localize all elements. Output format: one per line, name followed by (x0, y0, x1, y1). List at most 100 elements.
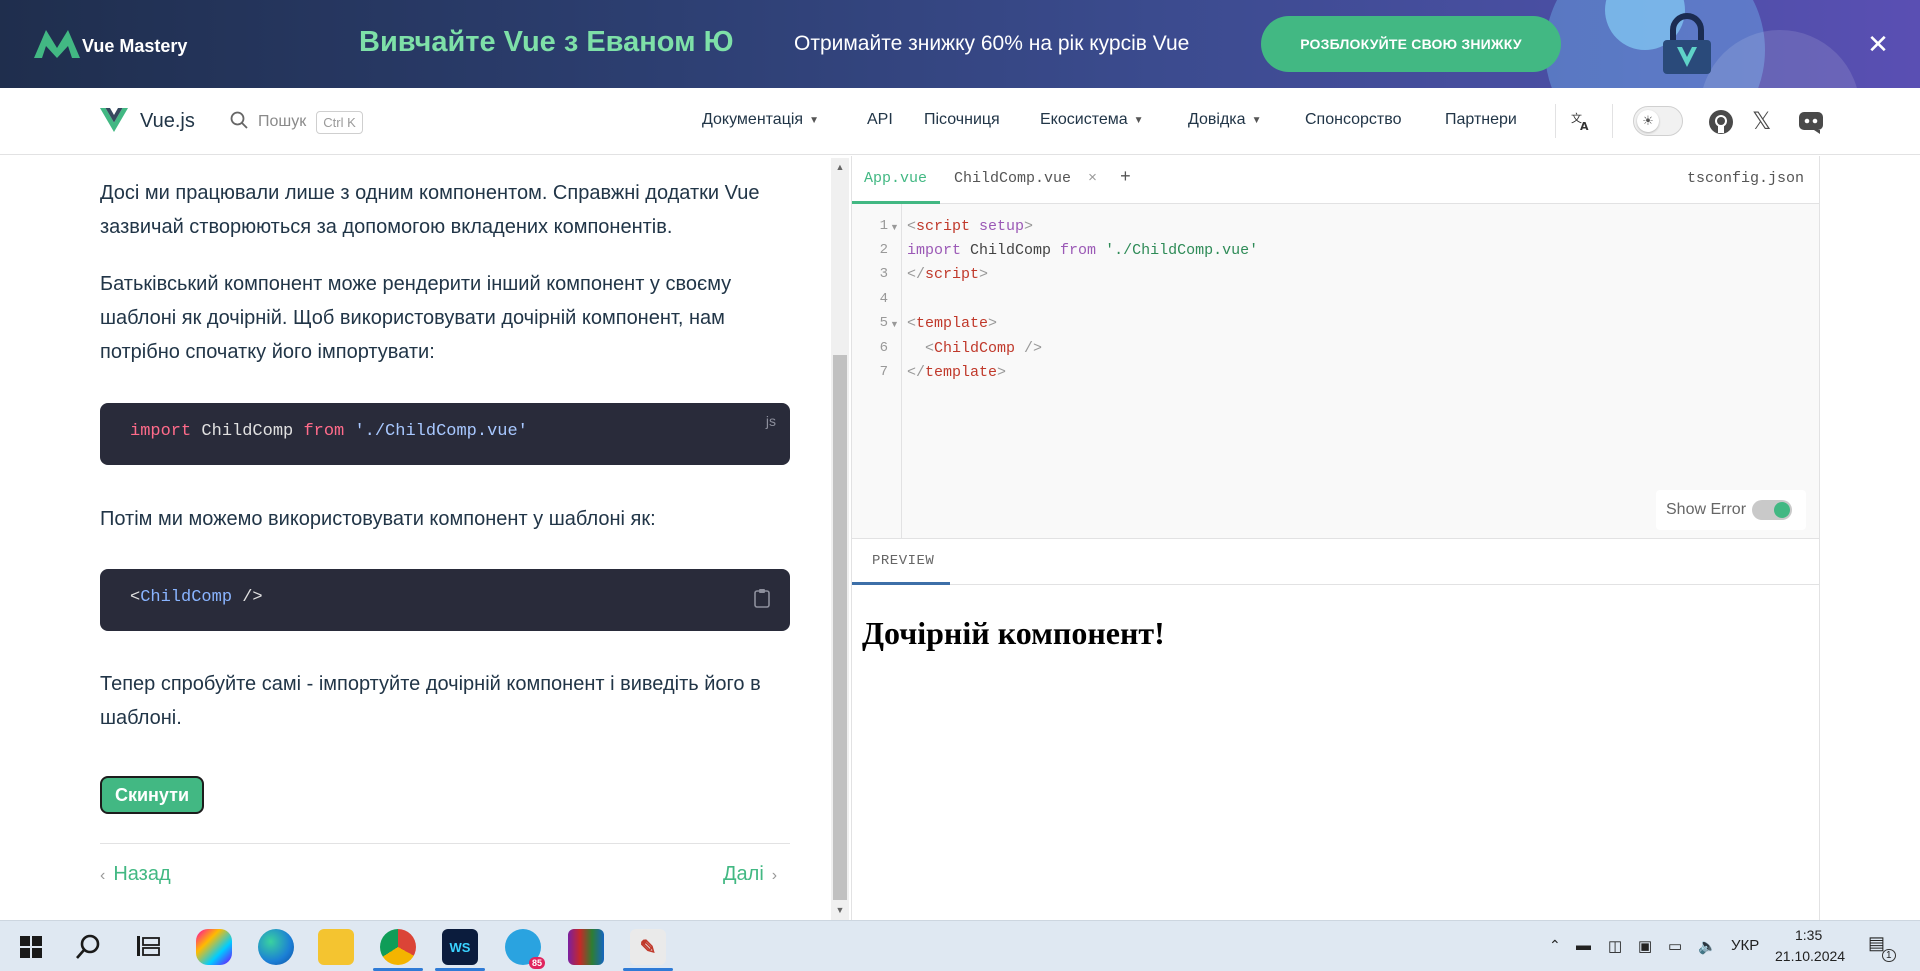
add-file-icon[interactable]: + (1120, 168, 1131, 188)
line-number: 3 (879, 266, 888, 282)
github-icon[interactable] (1708, 109, 1734, 140)
preview-panel: PREVIEW Дочірній компонент! (851, 538, 1820, 920)
preview-heading: Дочірній компонент! (862, 615, 1165, 651)
language-indicator[interactable]: УКР (1731, 937, 1759, 954)
windows-taskbar: WS 85 ✎ ⌃ ▬ ◫ ▣ ▭ 🔈 УКР 1:35 21.10.2024 … (0, 920, 1920, 971)
line-number: 4 (879, 291, 888, 307)
code-tag: ChildComp (934, 340, 1016, 357)
next-label: Далі (723, 863, 764, 885)
nav-divider (1612, 104, 1613, 138)
nav-item-label: API (867, 111, 893, 128)
vue-logo-icon[interactable] (100, 108, 128, 138)
nav-item-api[interactable]: API (867, 111, 893, 129)
code-line-2[interactable]: import ChildComp from './ChildComp.vue' (907, 242, 1258, 259)
code-string: './ChildComp.vue' (1105, 242, 1259, 259)
nav-item-ecosystem[interactable]: Екосистема ▼ (1040, 111, 1144, 129)
winrar-icon[interactable] (568, 929, 604, 965)
unlock-discount-button[interactable]: РОЗБЛОКУЙТЕ СВОЮ ЗНИЖКУ (1261, 16, 1561, 72)
scrollbar-thumb[interactable] (833, 355, 847, 900)
code-block-usage: <ChildComp /> (100, 569, 790, 631)
code-line-6[interactable]: <ChildComp /> (907, 340, 1042, 357)
prev-label: Назад (113, 863, 171, 885)
code-line-7[interactable]: </template> (907, 364, 1006, 381)
code-language-label: js (765, 413, 776, 429)
tutorial-paragraph: Досі ми працювали лише з одним компонент… (100, 182, 760, 238)
webstorm-icon[interactable]: WS (442, 929, 478, 965)
code-punct: < (907, 340, 935, 357)
scroll-down-icon[interactable]: ▼ (834, 904, 846, 916)
task-view-icon[interactable] (136, 935, 160, 962)
tutorial-paragraph: Потім ми можемо використовувати компонен… (100, 508, 656, 530)
network-icon[interactable]: ▭ (1668, 937, 1682, 955)
fold-icon[interactable]: ▼ (890, 319, 899, 329)
telegram-icon[interactable]: 85 (505, 929, 545, 969)
lock-icon (1660, 12, 1714, 81)
code-identifier: ChildComp (961, 242, 1061, 259)
code-line: <ChildComp /> (130, 588, 263, 607)
code-punct: < (130, 588, 141, 607)
nav-item-about[interactable]: Довідка ▼ (1188, 111, 1261, 129)
scroll-up-icon[interactable]: ▲ (834, 161, 846, 173)
windows-start-icon[interactable] (20, 936, 42, 963)
chevron-up-icon[interactable]: ⌃ (1549, 937, 1561, 954)
line-number: 5 (879, 315, 888, 331)
nav-item-label: Екосистема (1040, 111, 1128, 128)
code-editor: App.vue ChildComp.vue × + tsconfig.json … (851, 156, 1820, 538)
code-identifier: ChildComp (191, 422, 304, 441)
nav-item-label: Довідка (1188, 111, 1246, 128)
battery-icon[interactable]: ▬ (1576, 937, 1591, 954)
code-line-3[interactable]: </script> (907, 266, 988, 283)
chevron-down-icon: ▼ (1251, 114, 1262, 126)
device-icon[interactable]: ▣ (1638, 937, 1652, 955)
copilot-icon[interactable] (196, 929, 232, 965)
code-tag: template (916, 315, 989, 332)
clock-date[interactable]: 21.10.2024 (1775, 948, 1845, 964)
vue-mastery-brand[interactable]: Vue Mastery (82, 36, 187, 57)
copy-clipboard-icon[interactable] (754, 588, 770, 613)
nav-item-playground[interactable]: Пісочниця (924, 111, 1000, 129)
chevron-left-icon: ‹ (100, 867, 106, 884)
toggle-switch[interactable] (1752, 500, 1792, 520)
code-keyword: import (907, 242, 962, 259)
svg-text:A: A (1580, 120, 1589, 132)
next-link[interactable]: Далі › (723, 863, 777, 886)
nav-item-sponsor[interactable]: Спонсорство (1305, 111, 1401, 129)
edge-icon[interactable] (258, 929, 294, 965)
code-punct: /> (1015, 340, 1043, 357)
notifications-icon[interactable]: ▤ 1 (1868, 933, 1896, 962)
search-icon[interactable] (74, 933, 102, 966)
discord-icon[interactable] (1798, 110, 1824, 139)
notification-badge: 85 (528, 957, 545, 969)
camera-icon[interactable]: ◫ (1608, 937, 1622, 955)
code-line-1[interactable]: <script setup> (907, 218, 1033, 235)
nav-item-partners[interactable]: Партнери (1445, 111, 1517, 129)
close-tab-icon[interactable]: × (1088, 170, 1097, 187)
reset-button[interactable]: Скинути (100, 776, 204, 814)
file-explorer-icon[interactable] (318, 929, 354, 965)
theme-toggle[interactable]: ☀ (1633, 106, 1683, 136)
code-keyword: import (130, 422, 192, 441)
site-title[interactable]: Vue.js (140, 110, 195, 133)
translate-icon[interactable]: 文A (1570, 110, 1592, 137)
show-error-toggle[interactable]: Show Error (1656, 490, 1806, 530)
paint-icon[interactable]: ✎ (630, 929, 666, 965)
promo-banner: Vue Mastery Вивчайте Vue з Еваном Ю Отри… (0, 0, 1920, 88)
x-twitter-icon[interactable]: 𝕏 (1752, 110, 1771, 134)
code-line-5[interactable]: <template> (907, 315, 997, 332)
search-icon (230, 111, 248, 134)
sun-icon: ☀ (1637, 110, 1659, 132)
clock-time[interactable]: 1:35 (1795, 927, 1822, 943)
close-banner-icon[interactable]: ✕ (1864, 30, 1892, 58)
tab-tsconfig[interactable]: tsconfig.json (1687, 170, 1804, 187)
volume-icon[interactable]: 🔈 (1698, 937, 1717, 955)
nav-item-docs[interactable]: Документація ▼ (702, 111, 819, 129)
fold-icon[interactable]: ▼ (890, 222, 899, 232)
code-punct: > (997, 364, 1007, 381)
tab-childcomp-vue[interactable]: ChildComp.vue (954, 170, 1071, 187)
search-button[interactable]: Пошук Ctrl K (230, 107, 363, 137)
chrome-icon[interactable] (380, 929, 416, 965)
tab-app-vue[interactable]: App.vue (864, 170, 927, 187)
prev-link[interactable]: ‹ Назад (100, 863, 171, 886)
code-tag: script (916, 218, 971, 235)
tab-preview[interactable]: PREVIEW (872, 553, 934, 569)
